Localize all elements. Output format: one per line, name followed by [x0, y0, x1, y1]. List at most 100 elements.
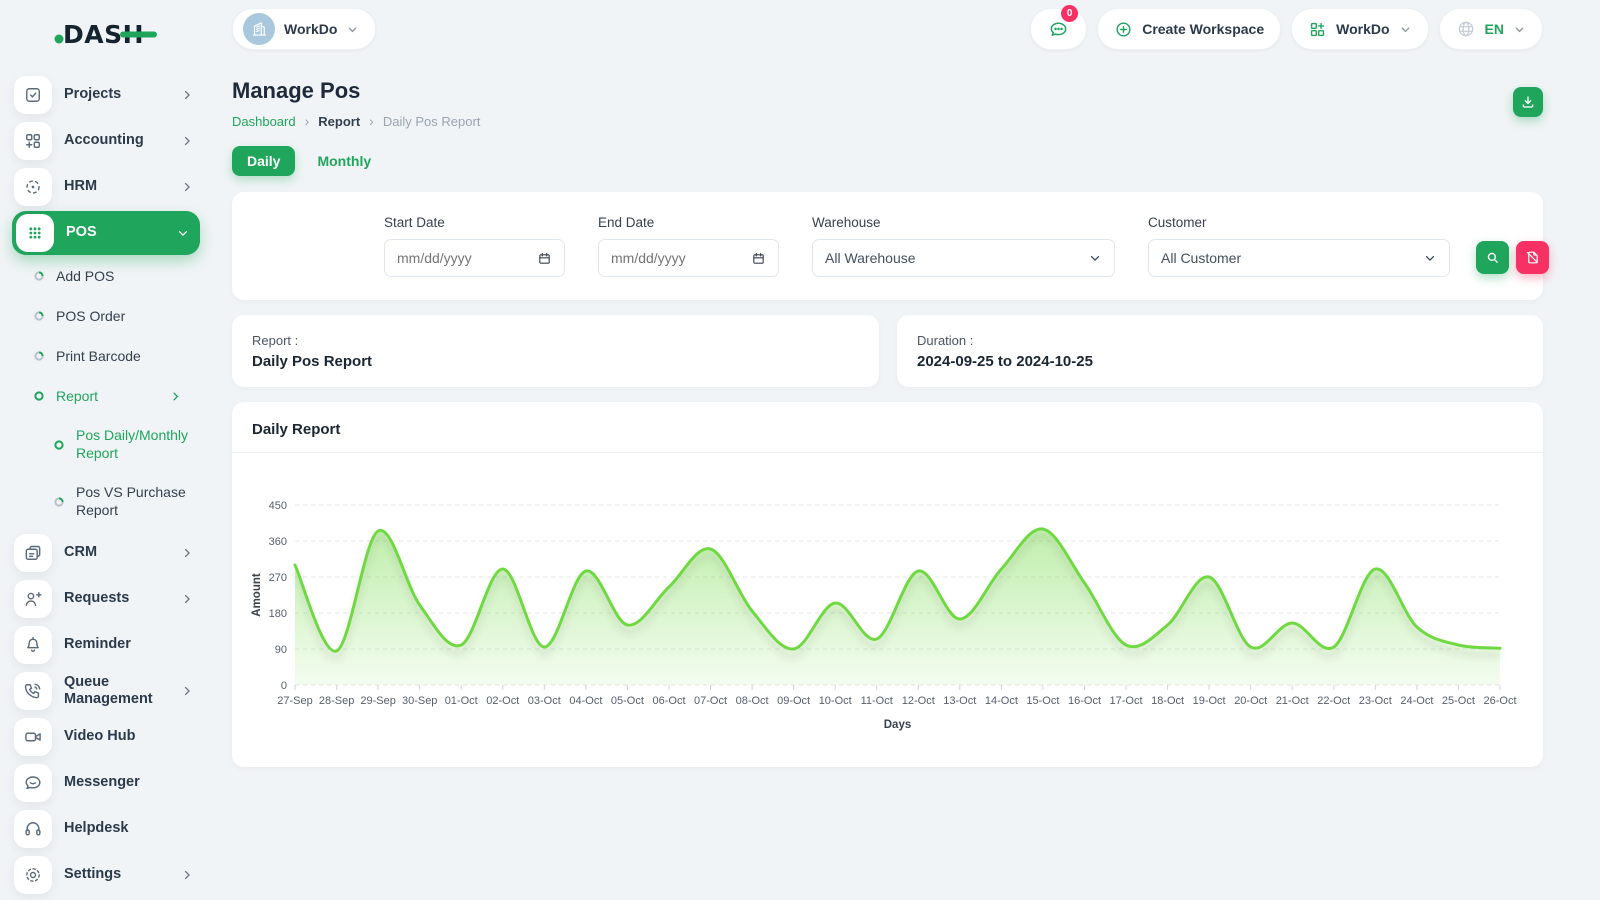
sidebar-item-add-pos[interactable]: Add POS	[14, 256, 198, 296]
workspace-switcher[interactable]: WorkDo	[232, 8, 376, 50]
chart-title: Daily Report	[252, 421, 340, 438]
main-content: WorkDo 0 Create Workspace WorkDo	[232, 0, 1543, 767]
topbar-actions: 0 Create Workspace WorkDo EN	[1030, 8, 1543, 50]
page-title: Manage Pos	[232, 78, 480, 104]
chevron-down-icon	[1513, 23, 1526, 36]
svg-text:23-Oct: 23-Oct	[1359, 695, 1392, 707]
sidebar-item-label: Video Hub	[64, 728, 198, 745]
sidebar-item-report[interactable]: Report	[14, 376, 198, 416]
warehouse-group: Warehouse All Warehouse	[812, 215, 1115, 277]
start-date-field[interactable]	[384, 239, 565, 277]
svg-text:09-Oct: 09-Oct	[777, 695, 810, 707]
sidebar-item-label: CRM	[64, 544, 168, 561]
breadcrumb-report[interactable]: Report	[318, 114, 360, 129]
sidebar-item-pos-vs-purchase-report[interactable]: Pos VS Purchase Report	[14, 473, 198, 530]
warehouse-select[interactable]: All Warehouse	[812, 239, 1115, 277]
svg-text:10-Oct: 10-Oct	[819, 695, 852, 707]
download-icon	[1520, 94, 1536, 110]
sidebar-item-queue-management[interactable]: Queue Management	[14, 668, 198, 714]
svg-text:18-Oct: 18-Oct	[1151, 695, 1184, 707]
sidebar-item-pos-daily-monthly-report[interactable]: Pos Daily/Monthly Report	[14, 416, 198, 473]
svg-text:11-Oct: 11-Oct	[861, 695, 893, 707]
sidebar-item-settings[interactable]: Settings	[14, 852, 198, 898]
sidebar-item-requests[interactable]: Requests	[14, 576, 198, 622]
topbar: WorkDo 0 Create Workspace WorkDo	[232, 8, 1543, 50]
warehouse-selected-value: All Warehouse	[825, 250, 916, 266]
language-code: EN	[1485, 21, 1504, 37]
sidebar-item-hrm[interactable]: HRM	[14, 164, 198, 210]
customer-select[interactable]: All Customer	[1148, 239, 1450, 277]
svg-text:Amount: Amount	[251, 573, 263, 617]
chat-bubble-icon	[14, 764, 52, 802]
sidebar-item-helpdesk[interactable]: Helpdesk	[14, 806, 198, 852]
brand-logo[interactable]: DASH	[54, 16, 198, 50]
start-date-label: Start Date	[384, 215, 565, 230]
language-selector[interactable]: EN	[1439, 8, 1543, 50]
svg-text:90: 90	[275, 644, 287, 656]
warehouse-label: Warehouse	[812, 215, 1115, 230]
workspace-name: WorkDo	[284, 21, 337, 37]
messages-button[interactable]: 0	[1030, 8, 1087, 50]
customer-group: Customer All Customer	[1148, 215, 1450, 277]
chevron-right-icon	[180, 684, 194, 698]
bullet-icon	[54, 440, 64, 450]
svg-text:28-Sep: 28-Sep	[319, 695, 354, 707]
svg-text:360: 360	[269, 536, 287, 548]
bullet-icon	[34, 351, 44, 361]
calendar-icon[interactable]	[751, 251, 766, 266]
create-workspace-button[interactable]: Create Workspace	[1097, 8, 1281, 50]
svg-text:16-Oct: 16-Oct	[1068, 695, 1101, 707]
apply-filter-button[interactable]	[1476, 241, 1509, 274]
sidebar-item-crm[interactable]: CRM	[14, 530, 198, 576]
sidebar-item-pos[interactable]: POS	[12, 211, 200, 255]
end-date-input[interactable]	[611, 250, 711, 266]
svg-text:07-Oct: 07-Oct	[694, 695, 727, 707]
tab-monthly[interactable]: Monthly	[309, 146, 379, 176]
sidebar-item-messenger[interactable]: Messenger	[14, 760, 198, 806]
report-type-label: Report :	[252, 333, 859, 348]
customer-selected-value: All Customer	[1161, 250, 1241, 266]
breadcrumb-current: Daily Pos Report	[383, 114, 481, 129]
download-report-button[interactable]	[1513, 87, 1543, 117]
svg-text:14-Oct: 14-Oct	[985, 695, 1018, 707]
sidebar-item-label: Print Barcode	[56, 348, 198, 365]
svg-text:01-Oct: 01-Oct	[445, 695, 478, 707]
sidebar-item-print-barcode[interactable]: Print Barcode	[14, 336, 198, 376]
reset-filter-button[interactable]	[1516, 241, 1549, 274]
end-date-field[interactable]	[598, 239, 779, 277]
daily-report-card: Daily Report 09018027036045027-Sep28-Sep…	[232, 402, 1543, 767]
sidebar-item-reminder[interactable]: Reminder	[14, 622, 198, 668]
svg-text:06-Oct: 06-Oct	[652, 695, 685, 707]
sidebar-item-accounting[interactable]: Accounting	[14, 118, 198, 164]
tab-daily[interactable]: Daily	[232, 146, 295, 176]
chevron-down-icon	[1423, 251, 1437, 265]
calendar-icon[interactable]	[537, 251, 552, 266]
breadcrumb-dashboard[interactable]: Dashboard	[232, 114, 296, 129]
svg-text:13-Oct: 13-Oct	[943, 695, 976, 707]
chevron-down-icon	[176, 226, 190, 240]
chevron-right-icon	[180, 546, 194, 560]
start-date-group: Start Date	[384, 215, 565, 277]
grid-plus-icon	[14, 122, 52, 160]
chevron-down-icon	[1088, 251, 1102, 265]
sidebar: DASH Projects Accounting HRM	[0, 0, 212, 900]
start-date-input[interactable]	[397, 250, 497, 266]
chart-header: Daily Report	[232, 402, 1543, 453]
sidebar-item-video-hub[interactable]: Video Hub	[14, 714, 198, 760]
report-type-value: Daily Pos Report	[252, 353, 859, 370]
gear-icon	[14, 856, 52, 894]
messages-badge: 0	[1061, 5, 1078, 22]
breadcrumb-separator: ›	[369, 113, 374, 129]
sidebar-item-pos-order[interactable]: POS Order	[14, 296, 198, 336]
app-root: DASH Projects Accounting HRM	[0, 0, 1600, 900]
svg-text:25-Oct: 25-Oct	[1442, 695, 1475, 707]
app-switcher[interactable]: WorkDo	[1291, 8, 1428, 50]
messages-icon	[1048, 19, 1069, 40]
svg-text:02-Oct: 02-Oct	[486, 695, 519, 707]
chevron-right-icon	[180, 592, 194, 606]
sidebar-item-projects[interactable]: Projects	[14, 72, 198, 118]
svg-text:15-Oct: 15-Oct	[1026, 695, 1059, 707]
chevron-right-icon	[169, 390, 182, 403]
summary-row: Report : Daily Pos Report Duration : 202…	[232, 315, 1543, 387]
end-date-group: End Date	[598, 215, 779, 277]
